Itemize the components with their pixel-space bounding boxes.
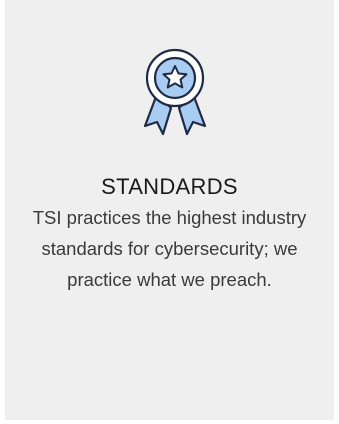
card-title: STANDARDS [101,174,238,199]
feature-card: STANDARDS TSI practices the highest indu… [5,0,334,420]
card-description: TSI practices the highest industry stand… [32,207,307,290]
award-ribbon-star-icon [137,42,213,150]
